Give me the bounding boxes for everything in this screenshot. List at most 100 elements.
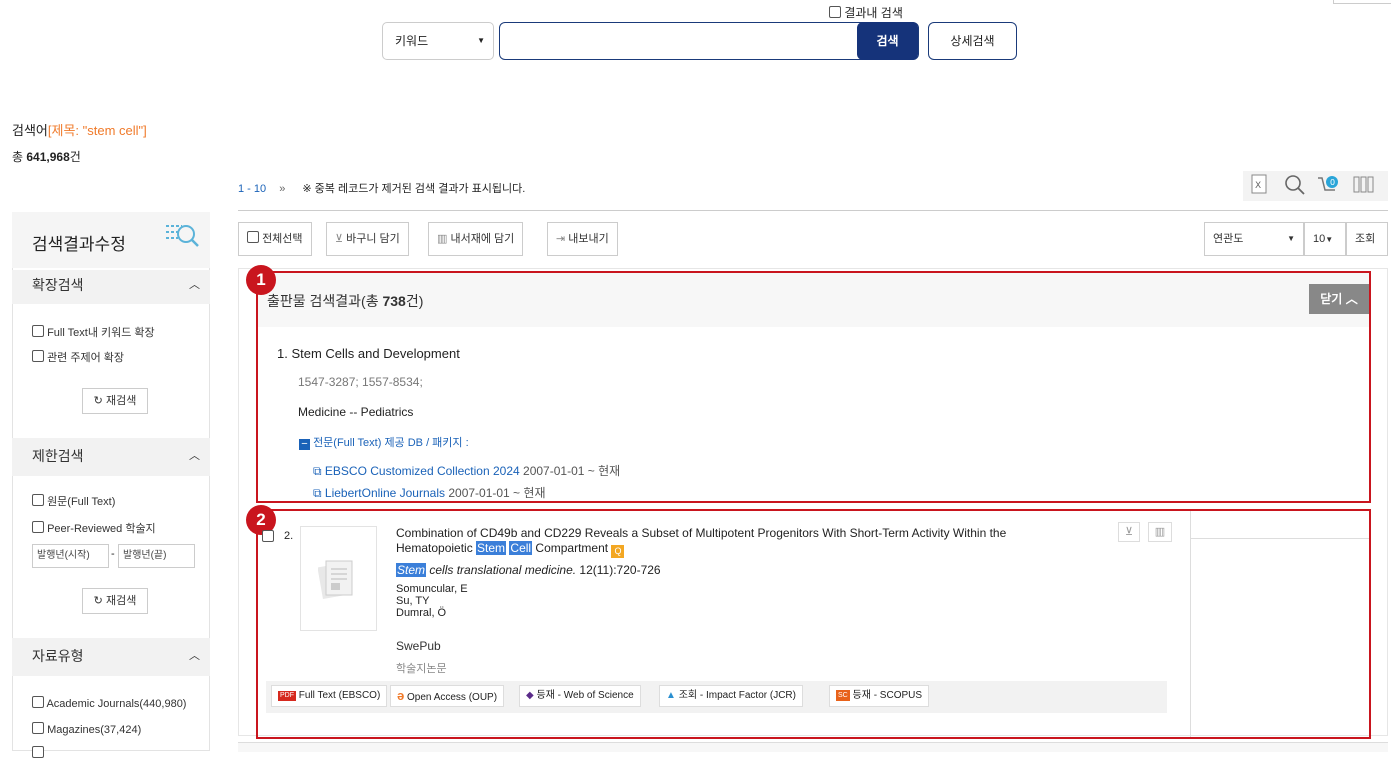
option-label: 원문(Full Text): [47, 496, 116, 508]
checkbox[interactable]: [32, 521, 44, 533]
author[interactable]: Dumral, Ö: [396, 607, 468, 619]
checkbox[interactable]: [262, 530, 274, 542]
library-icon[interactable]: [1353, 174, 1377, 198]
per-page-value: 10: [1313, 233, 1326, 245]
type-next-option[interactable]: [32, 746, 44, 760]
db-name[interactable]: EBSCO Customized Collection 2024: [325, 464, 520, 478]
checkbox[interactable]: [247, 231, 259, 243]
result-checkbox[interactable]: [262, 530, 274, 544]
next-page-link[interactable]: »: [279, 183, 285, 195]
checkbox[interactable]: [32, 350, 44, 362]
limit-research-button[interactable]: ↻ 재검색: [82, 588, 148, 614]
search-button[interactable]: 검색: [857, 22, 918, 60]
marker-1: 1: [246, 265, 276, 295]
divider: [1190, 511, 1191, 737]
paging-bar: 1 - 10 » ※ 중복 레코드가 제거된 검색 결과가 표시됩니다.: [238, 180, 525, 196]
chevron-down-icon: ▼: [477, 36, 485, 45]
excel-icon[interactable]: X: [1247, 174, 1271, 198]
cart-icon[interactable]: 0: [1317, 174, 1341, 198]
result-authors: Somuncular, E Su, TY Dumral, Ö: [396, 583, 468, 619]
total-count: 총 641,968건: [12, 148, 81, 165]
limit-peer-option[interactable]: Peer-Reviewed 학술지: [32, 520, 156, 536]
page-range[interactable]: 1 - 10: [238, 183, 266, 195]
close-publication-button[interactable]: 닫기 ︿: [1309, 284, 1369, 314]
dedup-notice: ※ 중복 레코드가 제거된 검색 결과가 표시됩니다.: [302, 183, 526, 195]
sidebar-title: 검색결과수정: [32, 235, 126, 254]
checkbox[interactable]: [32, 325, 44, 337]
advanced-search-button[interactable]: 상세검색: [928, 22, 1017, 60]
within-results-option[interactable]: 결과내 검색: [829, 4, 903, 21]
within-results-label: 결과내 검색: [844, 6, 903, 20]
research-label: 재검색: [105, 395, 137, 407]
result-title[interactable]: Combination of CD49b and CD229 Reveals a…: [396, 526, 1096, 558]
db-name[interactable]: LiebertOnline Journals: [325, 486, 445, 500]
divider: [238, 210, 1388, 211]
checkbox[interactable]: [32, 494, 44, 506]
heading-count: 738: [382, 293, 406, 309]
doc-type-title: 자료유형: [32, 648, 84, 664]
limit-search-header[interactable]: 제한검색 ︿: [12, 438, 210, 476]
search-field-select[interactable]: 키워드 ▼: [382, 22, 494, 60]
within-results-checkbox[interactable]: [829, 6, 841, 18]
year-to-input[interactable]: 발행년(끝): [118, 544, 195, 568]
publication-title[interactable]: 1. Stem Cells and Development: [277, 346, 460, 361]
per-page-select[interactable]: 10▼: [1304, 222, 1346, 256]
library-label: 내서재에 담기: [450, 233, 515, 245]
sort-select[interactable]: 연관도 ▼: [1204, 222, 1304, 256]
view-button[interactable]: 조회: [1346, 222, 1388, 256]
sidebar-header: 검색결과수정: [12, 212, 210, 268]
doc-type-header[interactable]: 자료유형 ︿: [12, 638, 210, 676]
total-suffix: 건: [69, 150, 81, 164]
type-magazines-option[interactable]: Magazines(37,424): [32, 722, 141, 736]
author[interactable]: Su, TY: [396, 595, 468, 607]
item-library-icon[interactable]: ▥: [1148, 522, 1172, 542]
title-part: Hematopoietic: [396, 541, 477, 555]
expand-research-button[interactable]: ↻ 재검색: [82, 388, 148, 414]
search-icon[interactable]: [1283, 174, 1307, 198]
year-from-input[interactable]: 발행년(시작): [32, 544, 109, 568]
db-range: 2007-01-01 ~ 현재: [448, 486, 546, 500]
library-icon: ▥: [437, 233, 448, 245]
impact-factor-icon: ▲: [666, 690, 676, 701]
journal-highlight: Stem: [396, 563, 427, 577]
expand-search-header[interactable]: 확장검색 ︿: [12, 270, 210, 304]
export-button[interactable]: ⇥ 내보내기: [547, 222, 618, 256]
research-label: 재검색: [105, 595, 137, 607]
query-summary: 검색어[제목: "stem cell"]: [12, 120, 147, 139]
add-to-library-button[interactable]: ▥ 내서재에 담기: [428, 222, 524, 256]
checkbox[interactable]: [32, 722, 44, 734]
badge-label: Full Text (EBSCO): [298, 690, 381, 701]
chevron-up-icon: ︿: [189, 450, 200, 462]
checkbox[interactable]: [32, 746, 44, 758]
title-line: Combination of CD49b and CD229 Reveals a…: [396, 526, 1007, 540]
top-right-tab[interactable]: [1333, 0, 1391, 4]
author[interactable]: Somuncular, E: [396, 583, 468, 595]
search-input[interactable]: [499, 22, 919, 60]
type-academic-option[interactable]: Academic Journals(440,980): [32, 696, 186, 710]
select-all-button[interactable]: 전체선택: [238, 222, 312, 256]
limit-search-title: 제한검색: [32, 448, 84, 464]
title-highlight: Cell: [509, 541, 533, 555]
expand-subject-option[interactable]: 관련 주제어 확장: [32, 349, 124, 365]
query-label: 검색어: [12, 123, 48, 138]
result-number: 2.: [284, 530, 294, 542]
fulltext-db-label[interactable]: − 전문(Full Text) 제공 DB / 패키지 :: [299, 434, 469, 450]
expand-fulltext-option[interactable]: Full Text내 키워드 확장: [32, 324, 155, 340]
checkbox[interactable]: [32, 696, 44, 708]
title-part: Compartment: [532, 541, 609, 555]
fulltext-ebsco-badge[interactable]: PDF Full Text (EBSCO): [271, 685, 388, 707]
publication-issn: 1547-3287; 1557-8534;: [298, 375, 423, 389]
web-of-science-badge[interactable]: ◆ 등재 - Web of Science: [519, 685, 641, 707]
db-item[interactable]: ⧉ LiebertOnline Journals 2007-01-01 ~ 현재: [313, 484, 545, 501]
magnifier-icon[interactable]: Q: [611, 545, 625, 558]
add-to-cart-button[interactable]: ⊻ 바구니 담기: [326, 222, 409, 256]
scopus-badge[interactable]: SC 등재 - SCOPUS: [829, 685, 930, 707]
document-icon: [317, 557, 358, 604]
impact-factor-badge[interactable]: ▲ 조회 - Impact Factor (JCR): [659, 685, 803, 707]
thumbnail[interactable]: [300, 526, 377, 631]
collapse-icon[interactable]: −: [299, 439, 310, 450]
limit-fulltext-option[interactable]: 원문(Full Text): [32, 493, 115, 509]
item-cart-icon[interactable]: ⊻: [1118, 522, 1140, 542]
open-access-badge[interactable]: ə Open Access (OUP): [390, 685, 505, 707]
db-item[interactable]: ⧉ EBSCO Customized Collection 2024 2007-…: [313, 462, 620, 479]
